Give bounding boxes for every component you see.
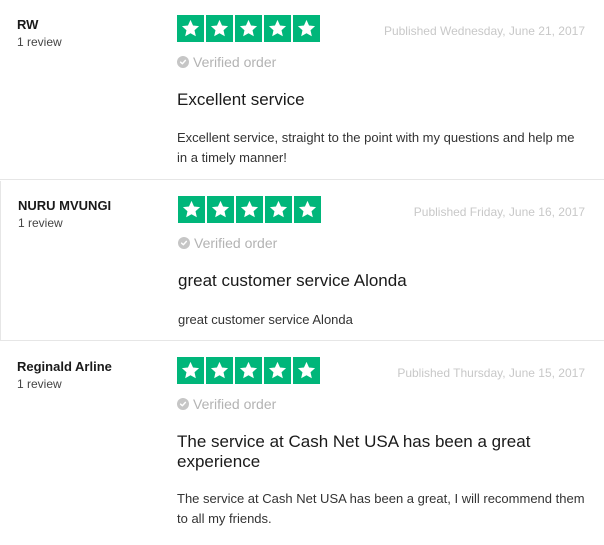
star-icon <box>235 15 262 42</box>
review-body: Excellent service, straight to the point… <box>177 130 575 165</box>
verified-label: Verified order <box>193 396 277 412</box>
review-title[interactable]: Excellent service <box>177 90 577 110</box>
star-icon <box>206 357 233 384</box>
author-name[interactable]: NURU MVUNGI <box>18 198 168 214</box>
published-date: Published Wednesday, June 21, 2017 <box>383 24 585 38</box>
published-date: Published Thursday, June 15, 2017 <box>397 366 585 380</box>
star-icon <box>178 196 205 223</box>
check-circle-icon <box>178 237 190 249</box>
check-circle-icon <box>177 56 189 68</box>
star-icon <box>264 357 291 384</box>
star-icon <box>177 357 204 384</box>
author-review-count: 1 review <box>17 35 62 49</box>
author-review-count: 1 review <box>18 216 63 230</box>
verified-order-badge: Verified order <box>178 235 277 251</box>
verified-order-badge: Verified order <box>177 54 276 70</box>
star-rating <box>177 15 320 42</box>
star-icon <box>177 15 204 42</box>
check-circle-icon <box>177 398 189 410</box>
star-icon <box>293 15 320 42</box>
star-icon <box>235 357 262 384</box>
review-list: RW 1 review Published Wednesday, June 21… <box>0 0 604 545</box>
review-title[interactable]: great customer service Alonda <box>178 271 578 291</box>
verified-label: Verified order <box>194 235 278 251</box>
star-icon <box>206 15 233 42</box>
review-card: RW 1 review Published Wednesday, June 21… <box>0 0 604 180</box>
star-icon <box>236 196 263 223</box>
star-rating <box>177 357 320 384</box>
star-rating <box>178 196 321 223</box>
star-icon <box>207 196 234 223</box>
review-card: Reginald Arline 1 review Published Thurs… <box>0 342 604 545</box>
star-icon <box>265 196 292 223</box>
review-author: NURU MVUNGI 1 review <box>18 198 168 231</box>
review-body: The service at Cash Net USA has been a g… <box>177 491 585 526</box>
star-icon <box>293 357 320 384</box>
review-author: Reginald Arline 1 review <box>17 359 167 392</box>
review-title[interactable]: The service at Cash Net USA has been a g… <box>177 432 577 472</box>
published-date: Published Friday, June 16, 2017 <box>413 205 585 219</box>
author-name[interactable]: Reginald Arline <box>17 359 167 375</box>
review-author: RW 1 review <box>17 17 167 50</box>
author-review-count: 1 review <box>17 377 62 391</box>
review-card: NURU MVUNGI 1 review Published Friday, J… <box>0 181 604 341</box>
review-body: great customer service Alonda <box>178 312 353 327</box>
verified-order-badge: Verified order <box>177 396 276 412</box>
star-icon <box>294 196 321 223</box>
star-icon <box>264 15 291 42</box>
verified-label: Verified order <box>193 54 277 70</box>
author-name[interactable]: RW <box>17 17 167 33</box>
